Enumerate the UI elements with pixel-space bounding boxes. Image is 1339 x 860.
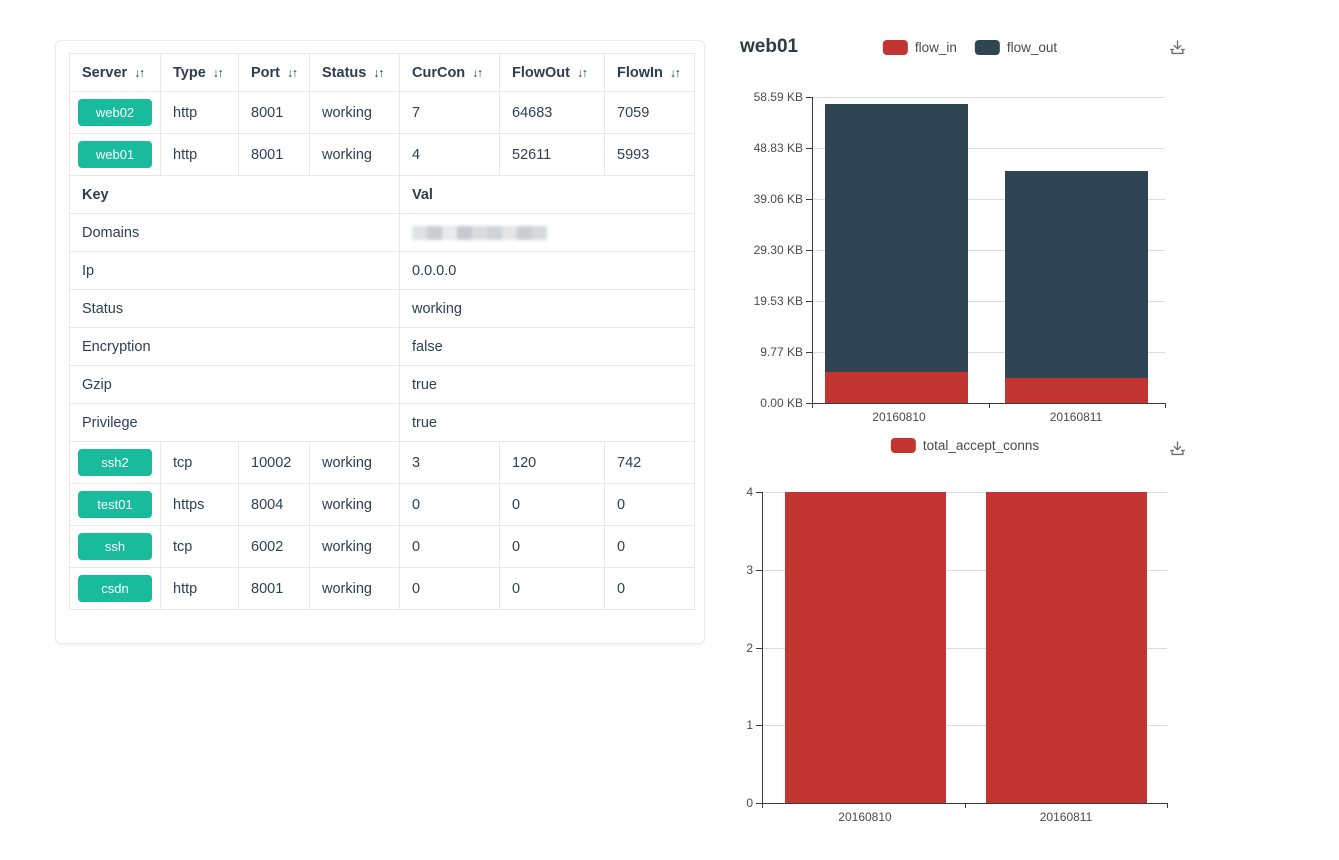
gridline xyxy=(812,97,1165,98)
save-as-image-icon[interactable] xyxy=(1167,438,1189,460)
legend-label: flow_out xyxy=(1007,40,1057,55)
y-tick-label: 29.30 KB xyxy=(754,243,803,257)
x-axis-tick xyxy=(762,803,763,808)
chart-legend: total_accept_conns xyxy=(891,438,1039,453)
y-axis-line xyxy=(762,492,763,803)
y-tick-label: 58.59 KB xyxy=(754,90,803,104)
y-tick-label: 0 xyxy=(746,796,753,810)
chart-title: web01 xyxy=(740,36,798,58)
y-tick-label: 1 xyxy=(746,718,753,732)
y-tick-label: 2 xyxy=(746,641,753,655)
y-tick-label: 0.00 KB xyxy=(760,396,803,410)
x-axis-tick xyxy=(812,403,813,408)
y-tick-label: 3 xyxy=(746,563,753,577)
legend-item-flow_in[interactable]: flow_in xyxy=(883,40,957,55)
y-tick-label: 19.53 KB xyxy=(754,294,803,308)
charts-panel: web01 0.00 KB 9.77 KB 19.53 KB 29.30 KB 39.0… xyxy=(0,0,1339,860)
bar-segment-total_accept_conns xyxy=(785,492,946,803)
chart-legend: flow_in flow_out xyxy=(883,40,1057,55)
x-axis-tick xyxy=(1167,803,1168,808)
x-tick-label: 20160810 xyxy=(872,410,925,424)
bar-segment-flow_out xyxy=(1005,171,1148,378)
x-axis-tick xyxy=(965,803,966,808)
y-tick-label: 4 xyxy=(746,485,753,499)
legend-item-flow_out[interactable]: flow_out xyxy=(975,40,1057,55)
bar-segment-flow_out xyxy=(825,104,968,372)
save-as-image-icon[interactable] xyxy=(1167,37,1189,59)
y-axis-line xyxy=(812,97,813,403)
bar-segment-total_accept_conns xyxy=(986,492,1147,803)
bar-segment-flow_in xyxy=(825,372,968,403)
legend-item-total_accept_conns[interactable]: total_accept_conns xyxy=(891,438,1039,453)
y-tick-label: 9.77 KB xyxy=(760,345,803,359)
x-tick-label: 20160811 xyxy=(1040,810,1093,824)
x-tick-label: 20160811 xyxy=(1050,410,1103,424)
x-axis-tick xyxy=(1165,403,1166,408)
bar-segment-flow_in xyxy=(1005,378,1148,403)
x-tick-label: 20160810 xyxy=(838,810,891,824)
y-tick-label: 48.83 KB xyxy=(754,141,803,155)
x-axis-tick xyxy=(989,403,990,408)
legend-swatch xyxy=(975,40,1000,55)
legend-label: total_accept_conns xyxy=(923,438,1039,453)
legend-label: flow_in xyxy=(915,40,957,55)
legend-swatch xyxy=(891,438,916,453)
legend-swatch xyxy=(883,40,908,55)
y-tick-label: 39.06 KB xyxy=(754,192,803,206)
